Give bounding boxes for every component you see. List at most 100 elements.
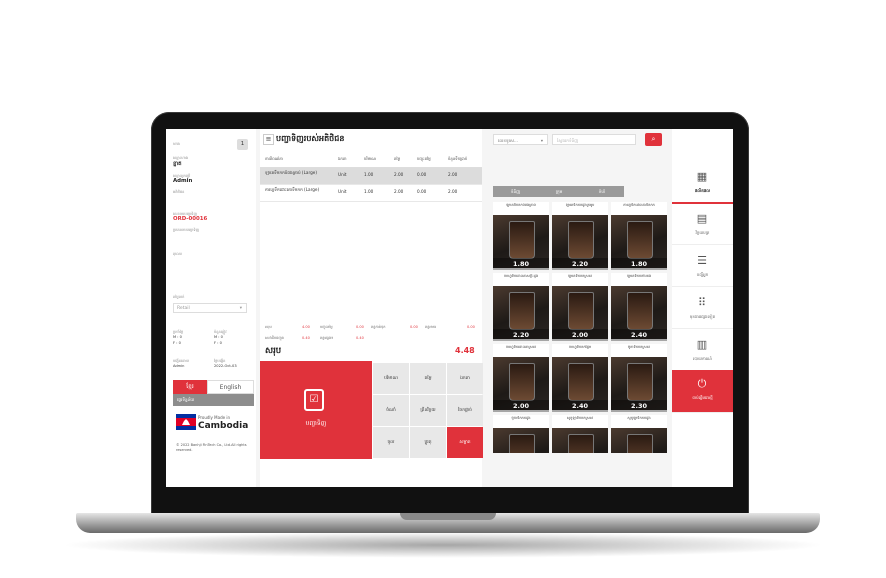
price-button[interactable]: តម្លៃ [410,363,446,394]
nav-products[interactable]: ▦ ផលិតផល [672,163,733,204]
place-order-button[interactable]: ☑ បញ្ជាទិញ [260,361,372,459]
tab-sizes[interactable]: ទំហំ [580,186,624,197]
qty-button[interactable]: បរិមាណ [373,363,409,394]
nav-invoice-label: វិក្កយបត្រ [695,230,710,235]
withholding-label: ពន្ធកាត់ទុក [371,325,386,329]
nav-list[interactable]: ☰ បញ្ជីអ្នក [672,247,733,287]
clear-button[interactable]: សម្អាត [447,427,483,458]
product-card[interactable]: សូកូឡាទឹកកកដូង [611,415,667,453]
order-item-amount: 2.00 [448,189,458,194]
grand-total-value: 4.48 [455,346,475,355]
place-order-label: បញ្ជាទិញ [305,420,327,427]
order-item-unit: Unit [338,172,347,177]
product-card[interactable]: កាហ្វេទឹកកកផ្អែម 2.40 [552,344,608,412]
checklist-icon: ☑ [304,389,324,411]
product-card[interactable]: ម៉ូកាទឹកកកដូង [493,415,549,453]
nav-more[interactable]: ⠿ មុខងារផ្សេងទៀត [672,289,733,329]
cup-icon [509,292,535,330]
dots-icon: ⠿ [697,296,707,309]
product-panel: លេខទូរស... ▾ ស្វែងរកទំនិញ ⌕ ទំនិញ ក្រុម ទ… [489,129,667,487]
product-price: 2.20 [552,258,608,270]
product-card[interactable]: ឡាតេទឹកកកស្រស់ 2.00 [552,273,608,341]
split-button[interactable]: ចែកផ្តាច់ [447,395,483,426]
other-tax-label: ពន្ធផ្សេងៗ [320,336,334,340]
lang-english-button[interactable]: English [207,380,254,394]
tab-groups[interactable]: ក្រុម [538,186,580,197]
nav-report-label: របាយការណ៍ [693,356,712,361]
product-price: 1.80 [611,258,667,270]
order-item-discount: 0.00 [417,172,427,177]
search-button[interactable]: ⌕ [645,133,662,146]
cup-icon [627,292,653,330]
cup-icon [568,363,594,401]
stat-f-2: F : 0 [214,341,222,345]
laptop-shadow [60,532,826,558]
product-card[interactable]: កាហ្វេទឹកដោះគោទឹកកក 1.80 [611,202,667,270]
order-table-header: ការពិពណ៌នា ឯកតា បរិមាណ តម្លៃ បញ្ចុះតម្លៃ… [260,151,482,168]
nav-start-shift[interactable]: ⏻ ចាប់ផ្តើមវេនថ្មី [672,370,733,413]
order-item-amount: 2.00 [448,172,458,177]
cup-icon [627,434,653,453]
category-select[interactable]: លេខទូរស... ▾ [493,134,548,145]
order-item-name: កាហ្វេទឹកដោះគោទឹកកក (Large) [265,187,320,192]
product-card[interactable]: ឡាតេទឹកកកបៃតង 2.40 [611,273,667,341]
col-qty: បរិមាណ [364,156,376,161]
product-name: ម៉ូកាទឹកកកស្រស់ [627,345,651,349]
grand-total-label: សរុប [265,346,282,356]
enter-button[interactable]: ចូល [373,427,409,458]
nav-invoice[interactable]: ▤ វិក្កយបត្រ [672,205,733,245]
order-row[interactable]: ឡាតេទឹកកកបំពងគ្រាប់ (Large) Unit 1.00 2.… [260,168,482,185]
product-card[interactable]: ម៉ូកាទឹកកកស្រស់ 2.30 [611,344,667,412]
change-table-button[interactable]: ប្តូរតុ [410,427,446,458]
product-card[interactable]: សូកូឡាទឹកកកស្រស់ [552,415,608,453]
customer-label[interactable]: អតិថិជន [173,189,184,195]
tab-items[interactable]: ទំនិញ [493,186,538,197]
product-price: 2.40 [552,400,608,412]
nav-report[interactable]: ▥ របាយការណ៍ [672,331,733,371]
made-in-label: Proudly Made in [198,415,230,420]
lang-khmer-button[interactable]: ខ្មែរ [173,380,207,394]
search-input[interactable]: ស្វែងរកទំនិញ [552,134,636,145]
left-sidebar: ហាង 1 ឈ្មោះហាង ខ្នាត ឈ្មោះអ្នកប្រើ Admin… [166,129,256,487]
shop-badge[interactable]: 1 [237,139,248,150]
copyright-text: © 2022 Banhji FinTech Co., Ltd.All right… [176,443,247,452]
order-item-name: ឡាតេទឹកកកបំពងគ្រាប់ (Large) [265,170,317,175]
cup-icon [627,221,653,259]
stat-m-1: M : 0 [173,335,182,339]
delivery-label: សេវាដឹកជញ្ជូន [265,336,284,340]
note-button[interactable]: ចំណាំ [373,395,409,426]
cup-icon [568,221,594,259]
cup-icon [509,221,535,259]
price-label: តម្លៃលក់ [173,295,185,299]
product-image [611,428,667,453]
menu-icon[interactable]: ≡ [263,134,274,145]
product-price: 2.30 [611,400,667,412]
product-card[interactable]: ឡាតេទឹកកកបំពងគ្រាប់ 1.80 [493,202,549,270]
price-select[interactable]: Retail ▾ [173,303,247,313]
product-name: កាហ្វេទឹកដោះគោស្រស់ [505,345,537,349]
order-row[interactable]: កាហ្វេទឹកដោះគោទឹកកក (Large) Unit 1.00 2.… [260,185,482,202]
order-type-label[interactable]: ប្រភេទការបញ្ជាទិញ [173,227,199,233]
order-item-qty: 1.00 [364,172,374,177]
sync-button[interactable]: ផ្ទេរទិន្នន័យ [173,394,254,406]
order-item-discount: 0.00 [417,189,427,194]
product-card[interactable]: ឡាតេទឹកកកដូងក្រអូប 2.20 [552,202,608,270]
col-discount: បញ្ចុះតម្លៃ [417,156,431,161]
col-description: ការពិពណ៌នា [265,156,283,161]
print-invoice-button[interactable]: ព្រីនវិក្កយ [410,395,446,426]
order-item-qty: 1.00 [364,189,374,194]
nav-list-label: បញ្ជីអ្នក [696,272,709,277]
product-card[interactable]: កាហ្វេទឹកដោះគោស្រស់ 2.00 [493,344,549,412]
product-card[interactable]: កាហ្វេទឹកដោះគោសខ្ទិះដូង 2.20 [493,273,549,341]
cup-icon [568,434,594,453]
cup-icon [509,363,535,401]
discount-value: 0.00 [356,325,364,329]
unit-button[interactable]: ឯកតា [447,363,483,394]
product-name: សូកូឡាទឹកកកដូង [627,416,651,420]
created-by: Admin [173,364,185,368]
col-unit: ឯកតា [338,156,347,161]
list-icon: ☰ [697,254,707,267]
table-label[interactable]: តុលេខ [173,251,182,257]
product-price: 2.00 [493,400,549,412]
created-date: 2022-Oct-03 [214,364,237,368]
